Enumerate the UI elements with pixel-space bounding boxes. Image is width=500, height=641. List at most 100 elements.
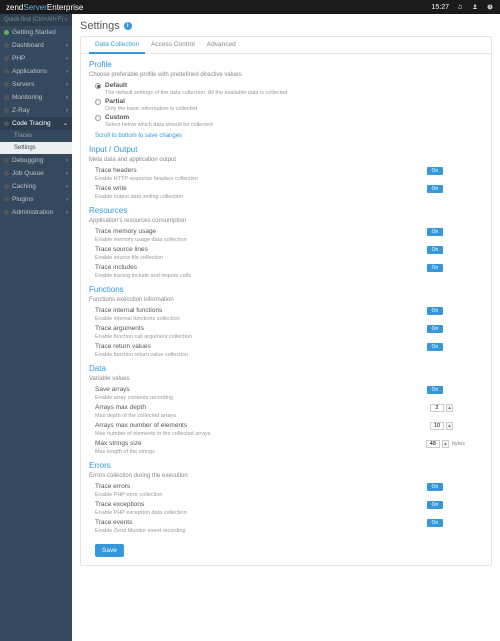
trace-memory-label: Trace memory usage: [95, 228, 427, 235]
tabs: Data Collection Access Control Advanced: [81, 37, 491, 54]
trace-errors-label: Trace errors: [95, 483, 427, 490]
save-arrays-toggle[interactable]: On: [427, 386, 443, 394]
section-resources-title: Resources: [89, 206, 483, 215]
brand: zendServerEnterprise: [6, 3, 83, 12]
trace-exceptions-desc: Enable PHP exception data collection: [95, 510, 483, 516]
trace-return-toggle[interactable]: On: [427, 343, 443, 351]
trace-events-toggle[interactable]: On: [427, 519, 443, 527]
arrays-max-stepper[interactable]: ▴: [446, 422, 453, 430]
sidebar-sub-settings[interactable]: Settings: [0, 142, 72, 154]
max-strings-label: Max strings size: [95, 440, 426, 447]
radio-partial-label: Partial: [105, 98, 125, 105]
sidebar-sub-traces[interactable]: Traces: [0, 130, 72, 142]
sidebar-item-debugging[interactable]: Debugging›: [0, 154, 72, 167]
sidebar-item-php[interactable]: PHP›: [0, 52, 72, 65]
trace-memory-desc: Enable memory usage data collection: [95, 237, 483, 243]
chevron-down-icon: ⌄: [63, 120, 68, 127]
arrays-max-desc: Max number of elements in the collected …: [95, 431, 483, 437]
help-icon[interactable]: [485, 3, 494, 12]
sidebar-item-monitoring[interactable]: Monitoring›: [0, 91, 72, 104]
tracing-icon: [4, 121, 9, 126]
bytes-unit: bytes: [452, 441, 465, 447]
refresh-icon[interactable]: [455, 3, 464, 12]
max-strings-input[interactable]: [426, 440, 440, 448]
trace-internal-toggle[interactable]: On: [427, 307, 443, 315]
main-content: Settings i Data Collection Access Contro…: [72, 14, 500, 641]
cache-icon: [4, 184, 9, 189]
trace-source-toggle[interactable]: On: [427, 246, 443, 254]
dashboard-icon: [4, 43, 9, 48]
sidebar-item-applications[interactable]: Applications›: [0, 65, 72, 78]
arrays-max-input[interactable]: [430, 422, 444, 430]
chevron-right-icon: ›: [66, 210, 68, 216]
info-icon[interactable]: i: [124, 22, 132, 30]
tab-access-control[interactable]: Access Control: [145, 37, 201, 53]
trace-includes-toggle[interactable]: On: [427, 264, 443, 272]
sidebar-item-caching[interactable]: Caching›: [0, 180, 72, 193]
section-data-sub: Variable values: [89, 376, 483, 382]
radio-partial[interactable]: [95, 99, 101, 105]
admin-icon: [4, 210, 9, 215]
save-button[interactable]: Save: [95, 544, 124, 557]
save-arrays-desc: Enable array contents recording: [95, 395, 483, 401]
section-profile-title: Profile: [89, 60, 483, 69]
apps-icon: [4, 69, 9, 74]
chevron-right-icon: ›: [66, 158, 68, 164]
trace-exceptions-toggle[interactable]: On: [427, 501, 443, 509]
trace-events-label: Trace events: [95, 519, 427, 526]
trace-write-toggle[interactable]: On: [427, 185, 443, 193]
user-icon[interactable]: [470, 3, 479, 12]
sidebar: Quick find (Ctrl+Alt+F) ⌕ Getting Starte…: [0, 14, 72, 641]
radio-default[interactable]: [95, 83, 101, 89]
section-io-sub: Meta data and application output: [89, 157, 483, 163]
trace-includes-label: Trace includes: [95, 264, 427, 271]
trace-arguments-desc: Enable function call argument collection: [95, 334, 483, 340]
section-data-title: Data: [89, 364, 483, 373]
trace-return-desc: Enable function return value collection: [95, 352, 483, 358]
sidebar-item-plugins[interactable]: Plugins›: [0, 193, 72, 206]
search-icon: ⌕: [65, 17, 68, 24]
trace-source-desc: Enable source file collection: [95, 255, 483, 261]
trace-internal-desc: Enable internal functions collection: [95, 316, 483, 322]
trace-headers-toggle[interactable]: On: [427, 167, 443, 175]
max-strings-stepper[interactable]: ▴: [442, 440, 449, 448]
trace-arguments-label: Trace arguments: [95, 325, 427, 332]
sidebar-item-zray[interactable]: Z-Ray›: [0, 104, 72, 117]
sidebar-item-code-tracing[interactable]: Code Tracing⌄: [0, 117, 72, 130]
quick-find-input[interactable]: Quick find (Ctrl+Alt+F) ⌕: [0, 14, 72, 26]
trace-memory-toggle[interactable]: On: [427, 228, 443, 236]
sidebar-item-job-queue[interactable]: Job Queue›: [0, 167, 72, 180]
radio-partial-desc: Only the basic information is collected: [105, 106, 483, 112]
sidebar-item-servers[interactable]: Servers›: [0, 78, 72, 91]
trace-headers-desc: Enable HTTP response headers collection: [95, 176, 483, 182]
play-icon: [4, 30, 9, 35]
section-functions-title: Functions: [89, 285, 483, 294]
trace-headers-label: Trace headers: [95, 167, 427, 174]
chevron-right-icon: ›: [66, 56, 68, 62]
topbar: zendServerEnterprise 15:27: [0, 0, 500, 14]
arrays-depth-input[interactable]: [430, 404, 444, 412]
tab-data-collection[interactable]: Data Collection: [89, 37, 145, 54]
trace-source-label: Trace source lines: [95, 246, 427, 253]
trace-errors-desc: Enable PHP error collection: [95, 492, 483, 498]
section-errors-title: Errors: [89, 461, 483, 470]
sidebar-item-getting-started[interactable]: Getting Started: [0, 26, 72, 39]
section-errors-sub: Errors collection during the execution: [89, 473, 483, 479]
radio-custom-desc: Select below which data should be collec…: [105, 122, 483, 128]
trace-write-label: Trace write: [95, 185, 427, 192]
chevron-right-icon: ›: [66, 171, 68, 177]
trace-includes-desc: Enable tracing include and require calls: [95, 273, 483, 279]
scroll-to-save-link[interactable]: Scroll to bottom to save changes: [95, 133, 182, 139]
tab-advanced[interactable]: Advanced: [201, 37, 242, 53]
trace-internal-label: Trace internal functions: [95, 307, 427, 314]
trace-errors-toggle[interactable]: On: [427, 483, 443, 491]
arrays-depth-stepper[interactable]: ▴: [446, 404, 453, 412]
radio-default-label: Default: [105, 82, 127, 89]
sidebar-item-administration[interactable]: Administration›: [0, 206, 72, 219]
trace-arguments-toggle[interactable]: On: [427, 325, 443, 333]
arrays-depth-desc: Max depth of the collected arrays: [95, 413, 483, 419]
php-icon: [4, 56, 9, 61]
radio-custom[interactable]: [95, 115, 101, 121]
sidebar-item-dashboard[interactable]: Dashboard›: [0, 39, 72, 52]
arrays-max-label: Arrays max number of elements: [95, 422, 430, 429]
